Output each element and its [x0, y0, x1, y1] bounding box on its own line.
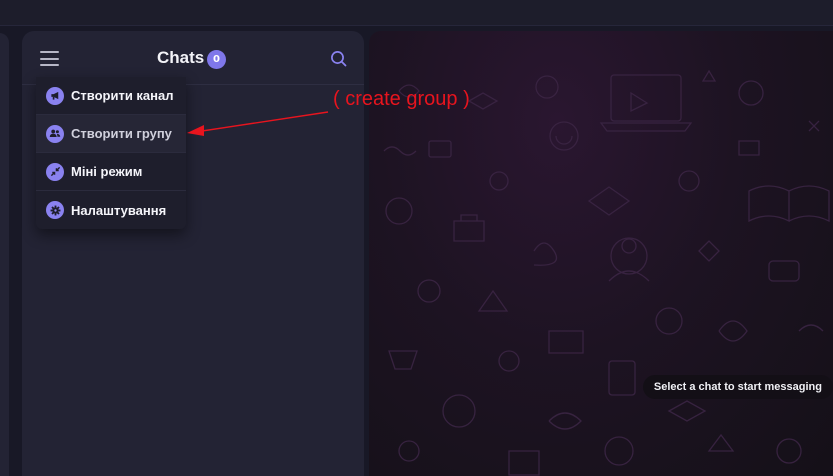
- menu-item-label: Створити канал: [71, 88, 174, 103]
- options-dropdown-menu: Створити канал Створити групу Міні режим…: [36, 77, 186, 229]
- empty-state-message: Select a chat to start messaging: [642, 375, 833, 399]
- minimize-arrows-icon: [46, 162, 64, 181]
- top-bar: [0, 0, 833, 26]
- menu-item-label: Створити групу: [71, 126, 172, 141]
- unread-count-badge: 0: [207, 50, 226, 69]
- menu-item-mini-mode[interactable]: Міні режим: [36, 153, 186, 191]
- left-panel-edge: [0, 33, 9, 476]
- chat-list-panel: Chats 0 Створити канал Створити групу Мі…: [22, 31, 364, 476]
- gear-icon: [46, 201, 64, 219]
- search-icon[interactable]: [329, 49, 349, 69]
- group-icon: [46, 124, 64, 143]
- chats-title: Chats: [157, 48, 205, 67]
- menu-item-create-channel[interactable]: Створити канал: [36, 77, 186, 115]
- megaphone-icon: [46, 86, 64, 105]
- menu-item-settings[interactable]: Налаштування: [36, 191, 186, 229]
- annotation-label: ( create group ): [333, 88, 470, 110]
- menu-item-label: Міні режим: [71, 164, 143, 179]
- menu-item-create-group[interactable]: Створити групу: [36, 115, 186, 153]
- menu-item-label: Налаштування: [71, 202, 167, 218]
- hamburger-icon[interactable]: [40, 51, 59, 66]
